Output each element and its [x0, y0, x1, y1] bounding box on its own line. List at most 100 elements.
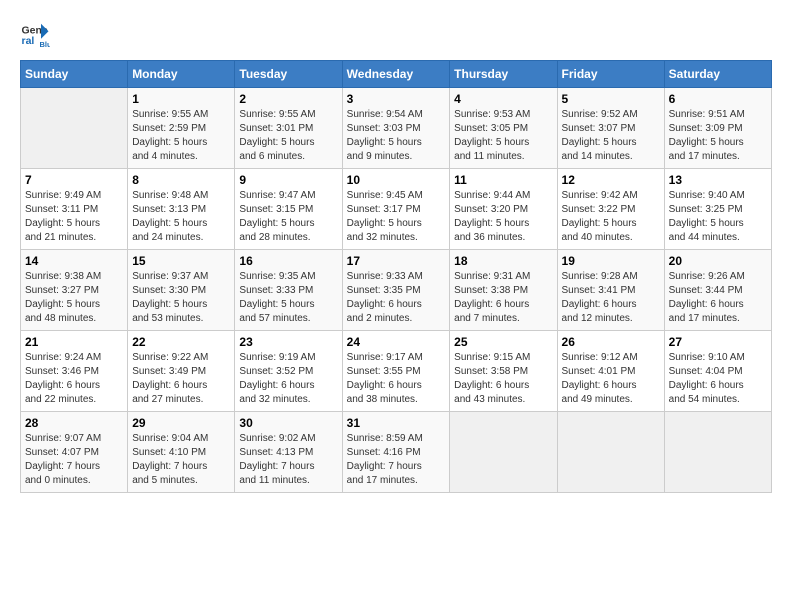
calendar-cell: 24 Sunrise: 9:17 AM Sunset: 3:55 PM Dayli…: [342, 331, 450, 412]
day-number: 12: [562, 173, 660, 187]
calendar-cell: 30 Sunrise: 9:02 AM Sunset: 4:13 PM Dayli…: [235, 412, 342, 493]
calendar-cell: 28Sunrise: 9:07 AM Sunset: 4:07 PM Dayli…: [21, 412, 128, 493]
day-number: 28: [25, 416, 123, 430]
calendar-cell: 20Sunrise: 9:26 AM Sunset: 3:44 PM Dayli…: [664, 250, 771, 331]
calendar-cell: 12 Sunrise: 9:42 AM Sunset: 3:22 PM Dayli…: [557, 169, 664, 250]
day-info: Sunrise: 9:15 AM Sunset: 3:58 PM Dayligh…: [454, 351, 552, 407]
calendar-cell: 19 Sunrise: 9:28 AM Sunset: 3:41 PM Dayli…: [557, 250, 664, 331]
logo-icon: Gene ral Blue: [20, 20, 50, 50]
day-number: 11: [454, 173, 552, 187]
day-number: 17: [347, 254, 446, 268]
calendar-cell: 4 Sunrise: 9:53 AM Sunset: 3:05 PM Daylig…: [450, 88, 557, 169]
day-number: 7: [25, 173, 123, 187]
day-number: 29: [132, 416, 230, 430]
calendar-cell: 23 Sunrise: 9:19 AM Sunset: 3:52 PM Dayli…: [235, 331, 342, 412]
day-info: Sunrise: 9:31 AM Sunset: 3:38 PM Dayligh…: [454, 270, 552, 326]
calendar-cell: 10 Sunrise: 9:45 AM Sunset: 3:17 PM Dayli…: [342, 169, 450, 250]
header-cell-tuesday: Tuesday: [235, 61, 342, 88]
day-info: Sunrise: 9:45 AM Sunset: 3:17 PM Dayligh…: [347, 189, 446, 245]
day-number: 10: [347, 173, 446, 187]
day-info: Sunrise: 9:12 AM Sunset: 4:01 PM Dayligh…: [562, 351, 660, 407]
day-info: Sunrise: 9:49 AM Sunset: 3:11 PM Dayligh…: [25, 189, 123, 245]
calendar-cell: 7 Sunrise: 9:49 AM Sunset: 3:11 PM Daylig…: [21, 169, 128, 250]
day-info: Sunrise: 9:44 AM Sunset: 3:20 PM Dayligh…: [454, 189, 552, 245]
day-number: 2: [239, 92, 337, 106]
calendar-cell: 5 Sunrise: 9:52 AM Sunset: 3:07 PM Daylig…: [557, 88, 664, 169]
day-number: 13: [669, 173, 767, 187]
logo: Gene ral Blue: [20, 20, 54, 50]
svg-text:Blue: Blue: [40, 40, 51, 49]
day-number: 16: [239, 254, 337, 268]
day-info: Sunrise: 9:22 AM Sunset: 3:49 PM Dayligh…: [132, 351, 230, 407]
calendar-cell: [557, 412, 664, 493]
header-cell-saturday: Saturday: [664, 61, 771, 88]
day-info: Sunrise: 9:48 AM Sunset: 3:13 PM Dayligh…: [132, 189, 230, 245]
header-cell-wednesday: Wednesday: [342, 61, 450, 88]
calendar-cell: 8Sunrise: 9:48 AM Sunset: 3:13 PM Daylig…: [128, 169, 235, 250]
calendar-cell: 17 Sunrise: 9:33 AM Sunset: 3:35 PM Dayli…: [342, 250, 450, 331]
day-info: Sunrise: 9:54 AM Sunset: 3:03 PM Dayligh…: [347, 108, 446, 164]
calendar-week-row: 7 Sunrise: 9:49 AM Sunset: 3:11 PM Daylig…: [21, 169, 772, 250]
day-info: Sunrise: 9:19 AM Sunset: 3:52 PM Dayligh…: [239, 351, 337, 407]
day-info: Sunrise: 9:28 AM Sunset: 3:41 PM Dayligh…: [562, 270, 660, 326]
calendar-cell: 22 Sunrise: 9:22 AM Sunset: 3:49 PM Dayli…: [128, 331, 235, 412]
header-cell-thursday: Thursday: [450, 61, 557, 88]
calendar-week-row: 1 Sunrise: 9:55 AM Sunset: 2:59 PM Daylig…: [21, 88, 772, 169]
day-info: Sunrise: 9:55 AM Sunset: 3:01 PM Dayligh…: [239, 108, 337, 164]
calendar-cell: 18Sunrise: 9:31 AM Sunset: 3:38 PM Dayli…: [450, 250, 557, 331]
day-info: Sunrise: 9:37 AM Sunset: 3:30 PM Dayligh…: [132, 270, 230, 326]
day-info: Sunrise: 9:04 AM Sunset: 4:10 PM Dayligh…: [132, 432, 230, 488]
calendar-cell: 31 Sunrise: 8:59 AM Sunset: 4:16 PM Dayli…: [342, 412, 450, 493]
day-number: 22: [132, 335, 230, 349]
calendar-cell: 6Sunrise: 9:51 AM Sunset: 3:09 PM Daylig…: [664, 88, 771, 169]
calendar-cell: 16 Sunrise: 9:35 AM Sunset: 3:33 PM Dayli…: [235, 250, 342, 331]
day-info: Sunrise: 9:42 AM Sunset: 3:22 PM Dayligh…: [562, 189, 660, 245]
header-cell-friday: Friday: [557, 61, 664, 88]
day-number: 30: [239, 416, 337, 430]
calendar-cell: 11 Sunrise: 9:44 AM Sunset: 3:20 PM Dayli…: [450, 169, 557, 250]
day-info: Sunrise: 9:35 AM Sunset: 3:33 PM Dayligh…: [239, 270, 337, 326]
calendar-cell: 15 Sunrise: 9:37 AM Sunset: 3:30 PM Dayli…: [128, 250, 235, 331]
calendar-cell: 27Sunrise: 9:10 AM Sunset: 4:04 PM Dayli…: [664, 331, 771, 412]
day-number: 25: [454, 335, 552, 349]
calendar-week-row: 21Sunrise: 9:24 AM Sunset: 3:46 PM Dayli…: [21, 331, 772, 412]
day-info: Sunrise: 9:53 AM Sunset: 3:05 PM Dayligh…: [454, 108, 552, 164]
page-header: Gene ral Blue: [20, 20, 772, 50]
calendar-cell: 13 Sunrise: 9:40 AM Sunset: 3:25 PM Dayli…: [664, 169, 771, 250]
day-number: 21: [25, 335, 123, 349]
day-info: Sunrise: 9:52 AM Sunset: 3:07 PM Dayligh…: [562, 108, 660, 164]
day-info: Sunrise: 9:55 AM Sunset: 2:59 PM Dayligh…: [132, 108, 230, 164]
day-number: 20: [669, 254, 767, 268]
calendar-table: SundayMondayTuesdayWednesdayThursdayFrid…: [20, 60, 772, 493]
day-number: 24: [347, 335, 446, 349]
calendar-cell: 2 Sunrise: 9:55 AM Sunset: 3:01 PM Daylig…: [235, 88, 342, 169]
calendar-cell: [450, 412, 557, 493]
day-number: 31: [347, 416, 446, 430]
day-info: Sunrise: 9:40 AM Sunset: 3:25 PM Dayligh…: [669, 189, 767, 245]
day-number: 4: [454, 92, 552, 106]
day-info: Sunrise: 9:33 AM Sunset: 3:35 PM Dayligh…: [347, 270, 446, 326]
day-info: Sunrise: 9:51 AM Sunset: 3:09 PM Dayligh…: [669, 108, 767, 164]
day-info: Sunrise: 9:02 AM Sunset: 4:13 PM Dayligh…: [239, 432, 337, 488]
day-number: 5: [562, 92, 660, 106]
day-info: Sunrise: 9:47 AM Sunset: 3:15 PM Dayligh…: [239, 189, 337, 245]
day-number: 23: [239, 335, 337, 349]
calendar-cell: [21, 88, 128, 169]
day-number: 27: [669, 335, 767, 349]
calendar-cell: 14Sunrise: 9:38 AM Sunset: 3:27 PM Dayli…: [21, 250, 128, 331]
calendar-cell: 29 Sunrise: 9:04 AM Sunset: 4:10 PM Dayli…: [128, 412, 235, 493]
day-number: 9: [239, 173, 337, 187]
day-info: Sunrise: 9:38 AM Sunset: 3:27 PM Dayligh…: [25, 270, 123, 326]
day-number: 19: [562, 254, 660, 268]
day-number: 15: [132, 254, 230, 268]
day-info: Sunrise: 8:59 AM Sunset: 4:16 PM Dayligh…: [347, 432, 446, 488]
day-number: 1: [132, 92, 230, 106]
day-number: 26: [562, 335, 660, 349]
calendar-cell: 9 Sunrise: 9:47 AM Sunset: 3:15 PM Daylig…: [235, 169, 342, 250]
calendar-cell: 3Sunrise: 9:54 AM Sunset: 3:03 PM Daylig…: [342, 88, 450, 169]
calendar-cell: 25 Sunrise: 9:15 AM Sunset: 3:58 PM Dayli…: [450, 331, 557, 412]
calendar-week-row: 14Sunrise: 9:38 AM Sunset: 3:27 PM Dayli…: [21, 250, 772, 331]
calendar-cell: 26 Sunrise: 9:12 AM Sunset: 4:01 PM Dayli…: [557, 331, 664, 412]
day-info: Sunrise: 9:17 AM Sunset: 3:55 PM Dayligh…: [347, 351, 446, 407]
calendar-cell: 1 Sunrise: 9:55 AM Sunset: 2:59 PM Daylig…: [128, 88, 235, 169]
